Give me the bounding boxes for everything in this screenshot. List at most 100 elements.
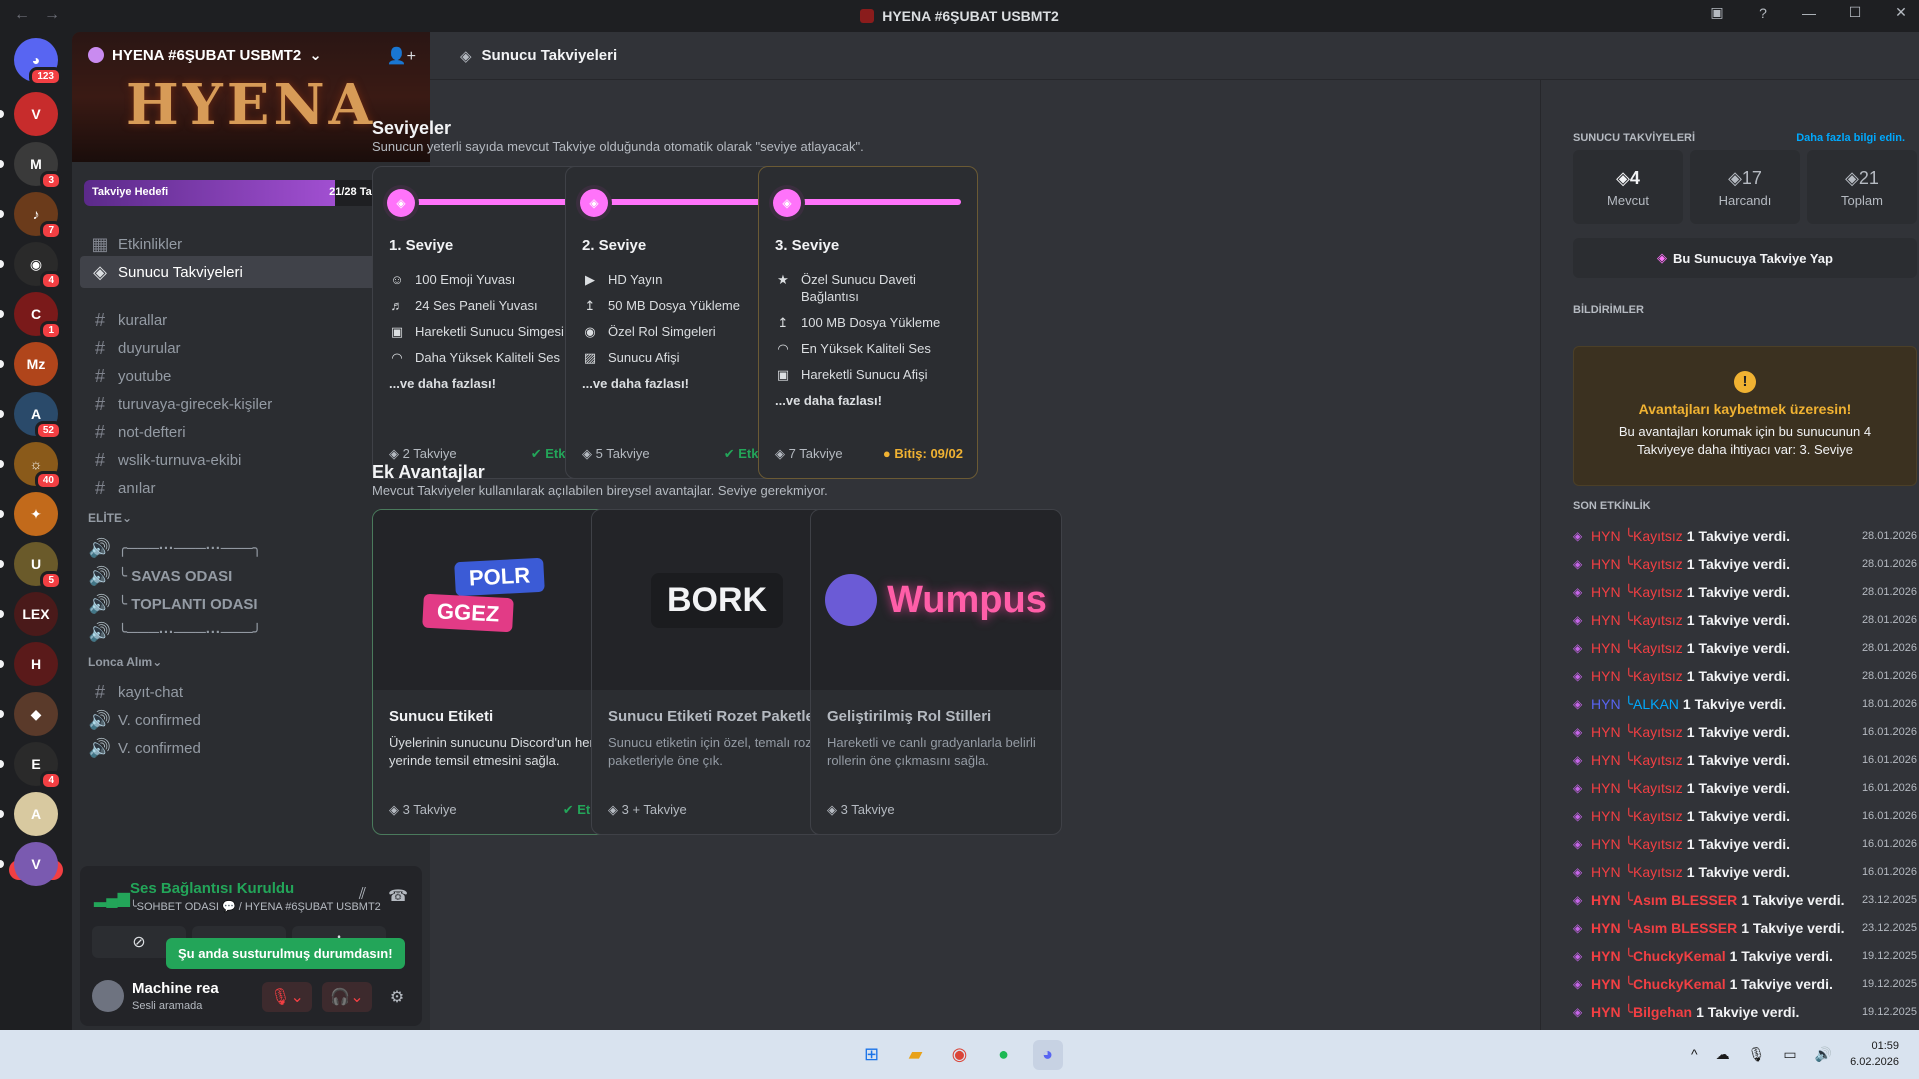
- chrome-icon[interactable]: ◉: [945, 1040, 975, 1070]
- tag-polr: POLR: [454, 557, 545, 597]
- server-icon-button[interactable]: M3: [14, 142, 62, 190]
- activity-user[interactable]: ╰Kayıtsız: [1625, 556, 1683, 573]
- activity-tag[interactable]: HYN: [1591, 724, 1621, 740]
- inbox-icon[interactable]: ▣: [1707, 4, 1727, 21]
- server-icon-button[interactable]: ◆: [14, 692, 58, 736]
- server-icon-button[interactable]: A 52: [14, 392, 62, 440]
- activity-tag[interactable]: HYN: [1591, 640, 1621, 656]
- activity-tag[interactable]: HYN: [1591, 528, 1621, 544]
- minimize-icon[interactable]: —: [1799, 5, 1819, 21]
- direct-messages-button[interactable]: ◕ 123: [14, 38, 62, 86]
- disconnect-icon[interactable]: ☎: [388, 886, 408, 906]
- activity-tag[interactable]: HYN: [1591, 556, 1621, 572]
- clock[interactable]: 01:59 6.02.2026: [1850, 1038, 1899, 1070]
- channel-item[interactable]: ◈ Sunucu Takviyeleri: [80, 256, 422, 288]
- boost-server-button[interactable]: ◈ Bu Sunucuya Takviye Yap: [1573, 238, 1917, 278]
- server-icon-button[interactable]: LEX: [14, 592, 58, 636]
- activity-tag[interactable]: HYN: [1591, 780, 1621, 796]
- activity-user[interactable]: ╰Kayıtsız: [1625, 668, 1683, 685]
- voice-location[interactable]: ╰SOHBET ODASI 💬 / HYENA #6ŞUBAT USBMT2: [130, 900, 381, 913]
- activity-tag[interactable]: HYN: [1591, 752, 1621, 768]
- settings-gear-icon[interactable]: ⚙: [382, 982, 412, 1012]
- speaker-icon: 🔊: [88, 709, 112, 730]
- activity-tag[interactable]: HYN: [1591, 668, 1621, 684]
- activity-user[interactable]: ╰Kayıtsız: [1625, 528, 1683, 545]
- microphone-icon[interactable]: 🎙: [1748, 1046, 1766, 1063]
- server-icon-button[interactable]: ♪ 7: [14, 192, 62, 240]
- activity-user[interactable]: ╰Kayıtsız: [1625, 808, 1683, 825]
- server-icon-button[interactable]: C1: [14, 292, 62, 340]
- activity-tag[interactable]: HYN: [1591, 892, 1621, 908]
- activity-tag[interactable]: HYN: [1591, 864, 1621, 880]
- maximize-icon[interactable]: ☐: [1845, 4, 1865, 21]
- volume-icon[interactable]: 🔊: [1815, 1046, 1832, 1063]
- activity-user[interactable]: ╰Asım BLESSER: [1625, 920, 1738, 937]
- activity-user[interactable]: ╰Kayıtsız: [1625, 724, 1683, 741]
- server-icon-button[interactable]: ✦: [14, 492, 58, 536]
- server-icon-button[interactable]: A: [14, 792, 58, 836]
- activity-user[interactable]: ╰Kayıtsız: [1625, 864, 1683, 881]
- server-icon-button[interactable]: H: [14, 642, 58, 686]
- start-windows-icon[interactable]: ⊞: [857, 1040, 887, 1070]
- deafen-button[interactable]: 🎧⌄: [322, 982, 372, 1012]
- signal-icon[interactable]: ▂▄▆: [94, 888, 130, 908]
- mute-microphone-button[interactable]: 🎙⌄: [262, 982, 312, 1012]
- category-lonca[interactable]: Lonca Alım ⌄+: [80, 652, 422, 672]
- activity-tag[interactable]: HYN: [1591, 584, 1621, 600]
- server-icon-button[interactable]: ◉ 4: [14, 242, 62, 290]
- activity-user[interactable]: ╰Kayıtsız: [1625, 612, 1683, 629]
- activity-user[interactable]: ╰Bilgehan: [1625, 1004, 1693, 1021]
- activity-tag[interactable]: HYN: [1591, 612, 1621, 628]
- boost-gem-icon: ◈: [1573, 697, 1583, 711]
- server-icon-button[interactable]: V: [14, 842, 58, 886]
- activity-tag[interactable]: HYN: [1591, 836, 1621, 852]
- file-explorer-icon[interactable]: ▰: [901, 1040, 931, 1070]
- activity-user[interactable]: ╰ALKAN: [1625, 696, 1679, 713]
- category-elite[interactable]: ELİTE ⌄+: [80, 508, 422, 528]
- close-icon[interactable]: ✕: [1891, 4, 1911, 21]
- activity-user[interactable]: ╰Kayıtsız: [1625, 584, 1683, 601]
- activity-user[interactable]: ╰Kayıtsız: [1625, 640, 1683, 657]
- activity-tag[interactable]: HYN: [1591, 696, 1621, 712]
- activity-user[interactable]: ╰ChuckyKemal: [1625, 948, 1726, 965]
- server-icon-button[interactable]: ☼ 40: [14, 442, 62, 490]
- channel-name: ╭───···───···───╮: [118, 540, 262, 557]
- tray-chevron-up-icon[interactable]: ^: [1691, 1046, 1698, 1062]
- avatar[interactable]: [92, 980, 124, 1012]
- help-icon[interactable]: ?: [1753, 5, 1773, 21]
- noise-suppression-icon[interactable]: ⫽: [359, 886, 366, 906]
- server-name-dropdown[interactable]: HYENA #6ŞUBAT USBMT2 ⌄: [88, 46, 322, 64]
- server-icon-button[interactable]: U5: [14, 542, 62, 590]
- channel-item[interactable]: # anılar: [80, 472, 422, 504]
- back-arrow-icon[interactable]: ←: [14, 6, 30, 24]
- channel-item[interactable]: 🔊 ╰───···───···───╯: [80, 616, 422, 648]
- invite-people-icon[interactable]: 👤+: [387, 46, 416, 66]
- server-icon-button[interactable]: V: [14, 92, 58, 136]
- spotify-icon[interactable]: ●: [989, 1040, 1019, 1070]
- network-icon[interactable]: ☁: [1716, 1046, 1730, 1063]
- extra-perk-card[interactable]: POLR GGEZ Sunucu Etiketi Üyelerinin sunucun…: [372, 509, 624, 835]
- activity-user[interactable]: ╰Kayıtsız: [1625, 836, 1683, 853]
- activity-user[interactable]: ╰Kayıtsız: [1625, 780, 1683, 797]
- activity-tag[interactable]: HYN: [1591, 976, 1621, 992]
- activity-tag[interactable]: HYN: [1591, 948, 1621, 964]
- server-icon-button[interactable]: Mz: [14, 342, 58, 386]
- activity-user[interactable]: ╰Asım BLESSER: [1625, 892, 1738, 909]
- tier-perk: ▶ HD Yayın: [582, 271, 772, 288]
- activity-tag[interactable]: HYN: [1591, 920, 1621, 936]
- channel-item[interactable]: 🔊 V. confirmed: [80, 732, 422, 764]
- server-icon-button[interactable]: E4: [14, 742, 62, 790]
- learn-more-link[interactable]: Daha fazla bilgi edin.: [1796, 132, 1905, 144]
- voice-status[interactable]: Ses Bağlantısı Kuruldu: [130, 880, 294, 897]
- display-icon[interactable]: ▭: [1783, 1046, 1796, 1063]
- discord-taskbar-icon[interactable]: ◕: [1032, 1039, 1063, 1070]
- username[interactable]: Machine rea: [132, 980, 219, 997]
- activity-user[interactable]: ╰Kayıtsız: [1625, 752, 1683, 769]
- activity-user[interactable]: ╰ChuckyKemal: [1625, 976, 1726, 993]
- boost-goal-bar[interactable]: Takviye Hedefi 21/28 Takviye ›: [84, 180, 418, 206]
- forward-arrow-icon[interactable]: →: [44, 6, 60, 24]
- extra-perk-card[interactable]: Wumpus Geliştirilmiş Rol Stilleri Hareketl…: [810, 509, 1062, 835]
- extra-perk-card[interactable]: BORK Sunucu Etiketi Rozet Paketleri Sunucu…: [591, 509, 843, 835]
- activity-tag[interactable]: HYN: [1591, 808, 1621, 824]
- activity-tag[interactable]: HYN: [1591, 1004, 1621, 1020]
